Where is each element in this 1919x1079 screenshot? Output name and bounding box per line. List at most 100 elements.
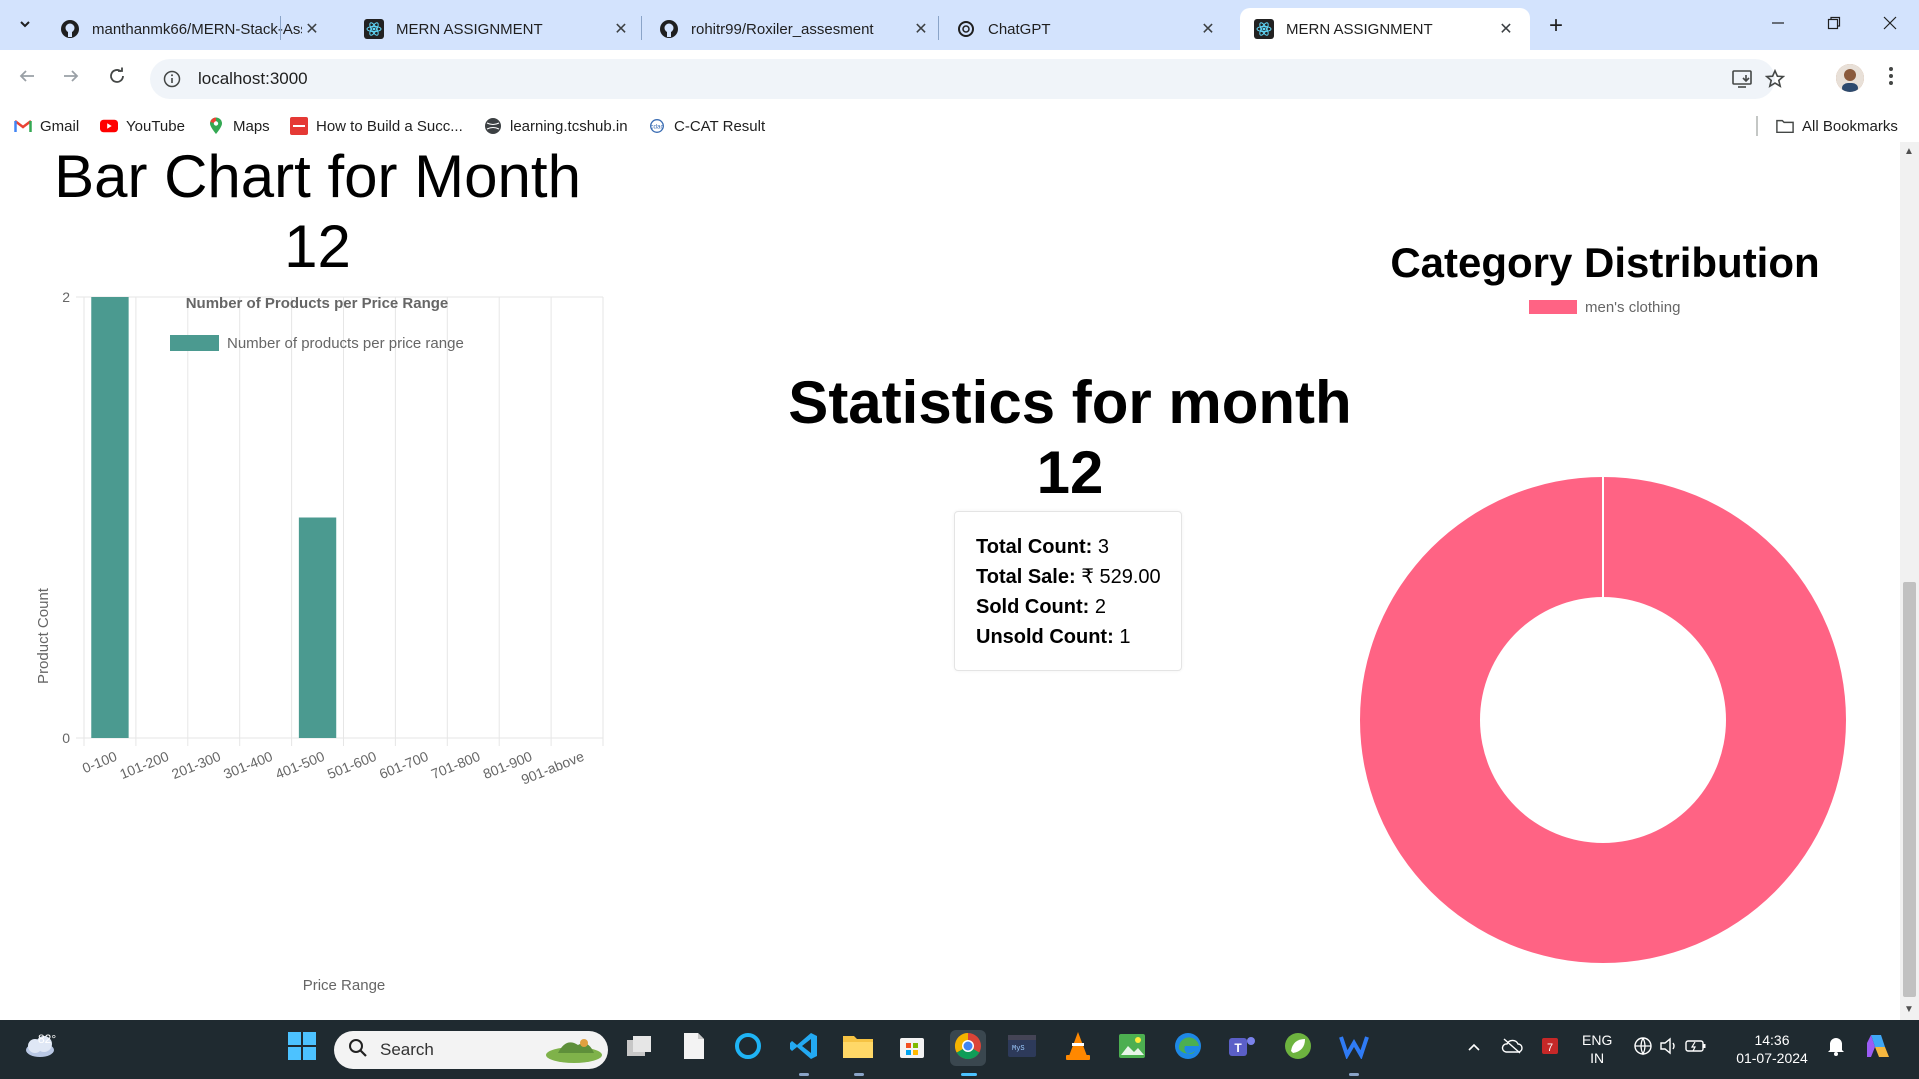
scroll-up-icon[interactable]: ▲ [1904, 146, 1914, 157]
bar-chart-bars [91, 297, 337, 739]
pie-legend-swatch[interactable] [1529, 300, 1577, 314]
bookmark-article[interactable]: How to Build a Succ... [290, 115, 463, 137]
stat-label: Unsold Count: [976, 626, 1114, 648]
quick-settings-button[interactable] [1630, 1030, 1710, 1066]
taskbar-search-box[interactable]: Search [334, 1031, 608, 1069]
profile-avatar[interactable] [1836, 64, 1864, 92]
image-app-button[interactable] [1114, 1030, 1150, 1066]
scroll-thumb[interactable] [1903, 582, 1916, 997]
minimize-button[interactable] [1758, 10, 1798, 40]
close-icon[interactable]: ✕ [1198, 19, 1218, 39]
y-tick-label: 0 [62, 730, 70, 746]
statistics-heading-line1: Statistics for month [788, 369, 1352, 436]
close-icon[interactable]: ✕ [611, 19, 631, 39]
reload-button[interactable] [102, 64, 132, 94]
bookmark-ccat[interactable]: cdac C-CAT Result [648, 115, 765, 137]
chevron-down-icon [18, 17, 32, 34]
restore-button[interactable] [1814, 10, 1854, 40]
cloud-off-icon [1501, 1037, 1523, 1059]
webstorm-icon [1339, 1033, 1369, 1064]
teams-button[interactable]: T [1224, 1030, 1260, 1066]
back-button[interactable] [12, 64, 42, 94]
bar-chart-legend-label[interactable]: Number of products per price range [227, 335, 464, 352]
bar-0-100[interactable] [91, 297, 129, 738]
stat-label: Total Count: [976, 536, 1093, 558]
language-indicator[interactable]: ENG IN [1582, 1031, 1612, 1067]
close-icon[interactable]: ✕ [302, 19, 322, 39]
bookmark-youtube[interactable]: YouTube [100, 115, 185, 137]
start-button[interactable] [284, 1030, 320, 1066]
address-bar[interactable]: localhost:3000 [150, 59, 1785, 99]
terminal-app-button[interactable]: MyS [1004, 1030, 1040, 1066]
close-window-button[interactable] [1870, 10, 1910, 40]
reload-icon [108, 67, 126, 91]
tab-2[interactable]: MERN ASSIGNMENT ✕ [350, 8, 645, 50]
windows-logo-icon [287, 1031, 317, 1066]
stat-value: 2 [1094, 596, 1106, 618]
stat-label: Total Sale: [976, 566, 1076, 588]
tab-1[interactable]: manthanmk66/MERN-Stack-Assignment ✕ [46, 8, 336, 50]
vlc-button[interactable] [1060, 1030, 1096, 1066]
spring-tool-button[interactable] [1280, 1030, 1316, 1066]
edge-button[interactable] [1170, 1030, 1206, 1066]
language-code: ENG [1582, 1032, 1613, 1048]
stat-total-sale: Total Sale: ₹ 529.00 [976, 562, 1181, 592]
tab-3[interactable]: rohitr99/Roxiler_assesment ✕ [645, 8, 945, 50]
install-app-icon[interactable] [1730, 67, 1756, 91]
bar-chart-x-axis-label: Price Range [303, 977, 386, 994]
cortana-button[interactable] [730, 1030, 766, 1066]
browser-menu-button[interactable] [1878, 64, 1904, 94]
file-app-button[interactable] [676, 1030, 712, 1066]
bookmark-maps[interactable]: Maps [207, 115, 270, 137]
search-placeholder: Search [380, 1040, 434, 1059]
bookmark-learning[interactable]: learning.tcshub.in [484, 115, 628, 137]
bookmark-star-icon[interactable] [1762, 67, 1788, 91]
tray-app-button[interactable]: 7 [1532, 1030, 1568, 1066]
tab-5[interactable]: MERN ASSIGNMENT ✕ [1240, 8, 1530, 50]
tab-4[interactable]: ChatGPT ✕ [942, 8, 1232, 50]
forward-button[interactable] [56, 64, 86, 94]
bookmark-label: YouTube [126, 117, 185, 135]
chrome-button[interactable] [950, 1030, 986, 1066]
page-scrollbar[interactable]: ▲ ▼ [1900, 142, 1919, 1020]
bar-chart-x-ticks: 0-100101-200201-300301-400401-500501-600… [80, 748, 586, 788]
gmail-icon [14, 117, 32, 135]
onedrive-tray-button[interactable] [1494, 1030, 1530, 1066]
all-bookmarks-button[interactable]: All Bookmarks [1776, 115, 1898, 137]
bar-chart-y-axis-label: Product Count [35, 587, 52, 684]
store-button[interactable] [894, 1030, 930, 1066]
tab-title: rohitr99/Roxiler_assesment [691, 20, 874, 38]
tab-title: manthanmk66/MERN-Stack-Assignment [92, 20, 302, 38]
folder-icon [1776, 117, 1794, 135]
close-icon[interactable]: ✕ [1496, 19, 1516, 39]
bookmark-gmail[interactable]: Gmail [14, 115, 79, 137]
cortana-ring-icon [733, 1031, 763, 1066]
clock-time: 14:36 [1754, 1032, 1790, 1048]
site-info-icon[interactable] [162, 70, 182, 88]
bookmarks-bar: Gmail YouTube Maps How to Build a Succ..… [0, 108, 1919, 142]
maps-icon [207, 117, 225, 135]
show-hidden-icons-button[interactable] [1456, 1030, 1492, 1066]
category-pie-chart: men's clothing [1360, 299, 1846, 963]
vscode-button[interactable] [786, 1030, 822, 1066]
weather-temperature: 82° [38, 1032, 57, 1046]
image-icon [1118, 1033, 1146, 1064]
bar-401-500[interactable] [298, 517, 337, 739]
search-highlight-image [544, 1033, 604, 1068]
clock[interactable]: 14:36 01-07-2024 [1732, 1031, 1812, 1067]
new-tab-button[interactable]: + [1540, 10, 1572, 42]
tab-search-button[interactable] [10, 10, 40, 40]
pie-legend-label[interactable]: men's clothing [1585, 299, 1680, 316]
close-icon[interactable]: ✕ [911, 19, 931, 39]
scroll-down-icon[interactable]: ▼ [1904, 1004, 1914, 1015]
task-view-button[interactable] [621, 1030, 657, 1066]
webstorm-button[interactable] [1336, 1030, 1372, 1066]
svg-text:7: 7 [1547, 1042, 1553, 1054]
bell-icon [1827, 1036, 1845, 1061]
copilot-button[interactable] [1860, 1030, 1896, 1066]
url-text[interactable]: localhost:3000 [198, 69, 308, 89]
x-tick-label: 0-100 [80, 748, 119, 776]
file-explorer-button[interactable] [840, 1030, 876, 1066]
legend-swatch[interactable] [170, 335, 219, 351]
notifications-button[interactable] [1818, 1030, 1854, 1066]
